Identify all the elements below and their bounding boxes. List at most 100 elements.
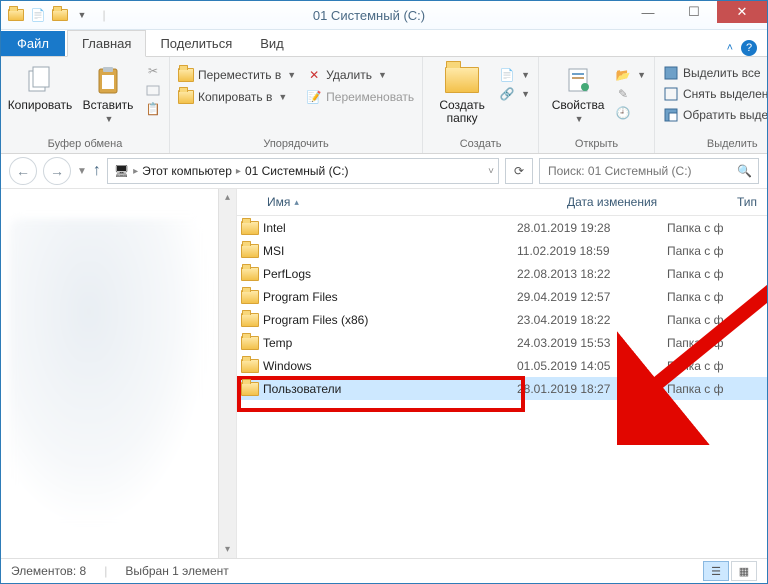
chevron-down-icon: ▼	[378, 70, 387, 80]
folder-icon	[237, 290, 263, 304]
file-row[interactable]: PerfLogs22.08.2013 18:22Папка с ф	[237, 262, 767, 285]
address-bar[interactable]: 🖥 ▸ Этот компьютер ▸ 01 Системный (C:) ˅	[107, 158, 499, 184]
view-icons-button[interactable]: ▦	[731, 561, 757, 581]
chevron-down-icon: ▼	[575, 114, 584, 124]
navigation-pane[interactable]: ▴ ▾	[1, 189, 237, 558]
chevron-right-icon: ▸	[236, 166, 241, 177]
chevron-down-icon: ▼	[521, 70, 530, 80]
help-icon[interactable]: ?	[741, 40, 757, 56]
file-row[interactable]: Intel28.01.2019 19:28Папка с ф	[237, 216, 767, 239]
back-button[interactable]: ←	[9, 157, 37, 185]
copy-button[interactable]: Копировать	[9, 61, 71, 112]
ribbon-collapse[interactable]: ˄ ?	[727, 40, 757, 56]
new-item-button[interactable]: 📄▼	[499, 67, 530, 83]
select-all-button[interactable]: Выделить все	[663, 65, 768, 81]
ribbon-tabs: Файл Главная Поделиться Вид ˄ ?	[1, 30, 767, 57]
file-row[interactable]: Program Files (x86)23.04.2019 18:22Папка…	[237, 308, 767, 331]
address-dropdown-icon[interactable]: ˅	[488, 166, 494, 177]
column-headers: Имя▴ Дата изменения Тип	[237, 189, 767, 216]
content: ▴ ▾ Имя▴ Дата изменения Тип Intel28.01.2…	[1, 189, 767, 558]
qat-properties-icon[interactable]: 📄	[29, 6, 47, 24]
status-bar: Элементов: 8 | Выбран 1 элемент ☰ ▦	[1, 558, 767, 583]
breadcrumb-drive[interactable]: 01 Системный (C:)	[243, 164, 351, 178]
file-date: 28.01.2019 19:28	[517, 221, 667, 235]
file-type: Папка с ф	[667, 221, 724, 235]
scroll-down-icon[interactable]: ▾	[219, 541, 236, 558]
rename-button[interactable]: 📝Переименовать	[306, 89, 414, 105]
copy-to-button[interactable]: Копировать в▼	[178, 89, 296, 105]
edit-button[interactable]: ✎	[615, 86, 646, 102]
cut-button[interactable]: ✂	[145, 63, 161, 79]
breadcrumb-this-pc[interactable]: Этот компьютер	[140, 164, 234, 178]
file-date: 29.04.2019 12:57	[517, 290, 667, 304]
column-name-label: Имя	[267, 195, 290, 209]
new-folder-icon	[445, 63, 479, 97]
delete-button[interactable]: ✕Удалить▼	[306, 67, 414, 83]
history-button[interactable]: 🕘	[615, 105, 646, 121]
open-button[interactable]: 📂▼	[615, 67, 646, 83]
chevron-down-icon: ▼	[637, 70, 646, 80]
navpane-scrollbar[interactable]: ▴ ▾	[218, 189, 236, 558]
minimize-button[interactable]: —	[625, 1, 671, 23]
qat-separator: |	[95, 6, 113, 24]
view-details-button[interactable]: ☰	[703, 561, 729, 581]
up-button[interactable]: ↑	[93, 162, 101, 180]
folder-icon	[237, 336, 263, 350]
search-box[interactable]: 🔍	[539, 158, 759, 184]
ribbon-group-label: Упорядочить	[178, 136, 414, 153]
forward-button[interactable]: →	[43, 157, 71, 185]
recent-locations-dropdown[interactable]: ▼	[77, 166, 87, 177]
column-type[interactable]: Тип	[727, 195, 767, 209]
copypath-button[interactable]	[145, 82, 161, 98]
move-to-button[interactable]: Переместить в▼	[178, 67, 296, 83]
maximize-button[interactable]: ☐	[671, 1, 717, 23]
paste-button[interactable]: Вставить ▼	[77, 61, 139, 124]
ribbon-group-new: Создать папку 📄▼ 🔗▼ Создать	[423, 57, 539, 153]
close-button[interactable]: ✕	[717, 1, 767, 23]
tab-share[interactable]: Поделиться	[146, 31, 246, 56]
file-type: Папка с ф	[667, 290, 724, 304]
search-input[interactable]	[546, 163, 720, 179]
refresh-button[interactable]: ⟳	[505, 158, 533, 184]
tab-home[interactable]: Главная	[67, 30, 146, 57]
properties-button[interactable]: Свойства ▼	[547, 61, 609, 124]
file-row[interactable]: Windows01.05.2019 14:05Папка с ф	[237, 354, 767, 377]
ribbon-group-label: Выделить	[663, 136, 768, 153]
column-name[interactable]: Имя▴	[237, 195, 557, 209]
copy-to-icon	[178, 89, 194, 105]
folder-icon	[237, 313, 263, 327]
file-type: Папка с ф	[667, 336, 724, 350]
file-date: 01.05.2019 14:05	[517, 359, 667, 373]
chevron-down-icon: ▼	[521, 89, 530, 99]
file-row[interactable]: Temp24.03.2019 15:53Папка с ф	[237, 331, 767, 354]
select-none-button[interactable]: Снять выделение	[663, 86, 768, 102]
qat-newfolder-icon[interactable]	[51, 6, 69, 24]
tab-file[interactable]: Файл	[1, 31, 65, 56]
file-row[interactable]: Пользователи28.01.2019 18:27Папка с ф	[237, 377, 767, 400]
new-folder-button[interactable]: Создать папку	[431, 61, 493, 125]
file-row[interactable]: Program Files29.04.2019 12:57Папка с ф	[237, 285, 767, 308]
invert-selection-icon	[663, 107, 679, 123]
qat-dropdown-icon[interactable]: ▼	[73, 6, 91, 24]
file-type: Папка с ф	[667, 267, 724, 281]
paste-shortcut-icon: 📋	[145, 101, 161, 117]
chevron-right-icon: ▸	[133, 166, 138, 177]
scroll-up-icon[interactable]: ▴	[219, 189, 236, 206]
file-date: 24.03.2019 15:53	[517, 336, 667, 350]
navbar: ← → ▼ ↑ 🖥 ▸ Этот компьютер ▸ 01 Системны…	[1, 154, 767, 189]
paste-shortcut-button[interactable]: 📋	[145, 101, 161, 117]
select-none-icon	[663, 86, 679, 102]
history-icon: 🕘	[615, 105, 631, 121]
invert-selection-button[interactable]: Обратить выделение	[663, 107, 768, 123]
folder-icon	[237, 244, 263, 258]
easy-access-button[interactable]: 🔗▼	[499, 86, 530, 102]
file-row[interactable]: MSI11.02.2019 18:59Папка с ф	[237, 239, 767, 262]
select-all-icon	[663, 65, 679, 81]
navigation-tree-blurred	[9, 219, 209, 529]
tab-view[interactable]: Вид	[246, 31, 298, 56]
column-date[interactable]: Дата изменения	[557, 195, 727, 209]
ribbon-group-organize: Переместить в▼ Копировать в▼ ✕Удалить▼ 📝…	[170, 57, 423, 153]
ribbon-group-label: Буфер обмена	[9, 136, 161, 153]
copy-to-label: Копировать в	[198, 90, 272, 104]
ribbon-group-label: Открыть	[547, 136, 646, 153]
